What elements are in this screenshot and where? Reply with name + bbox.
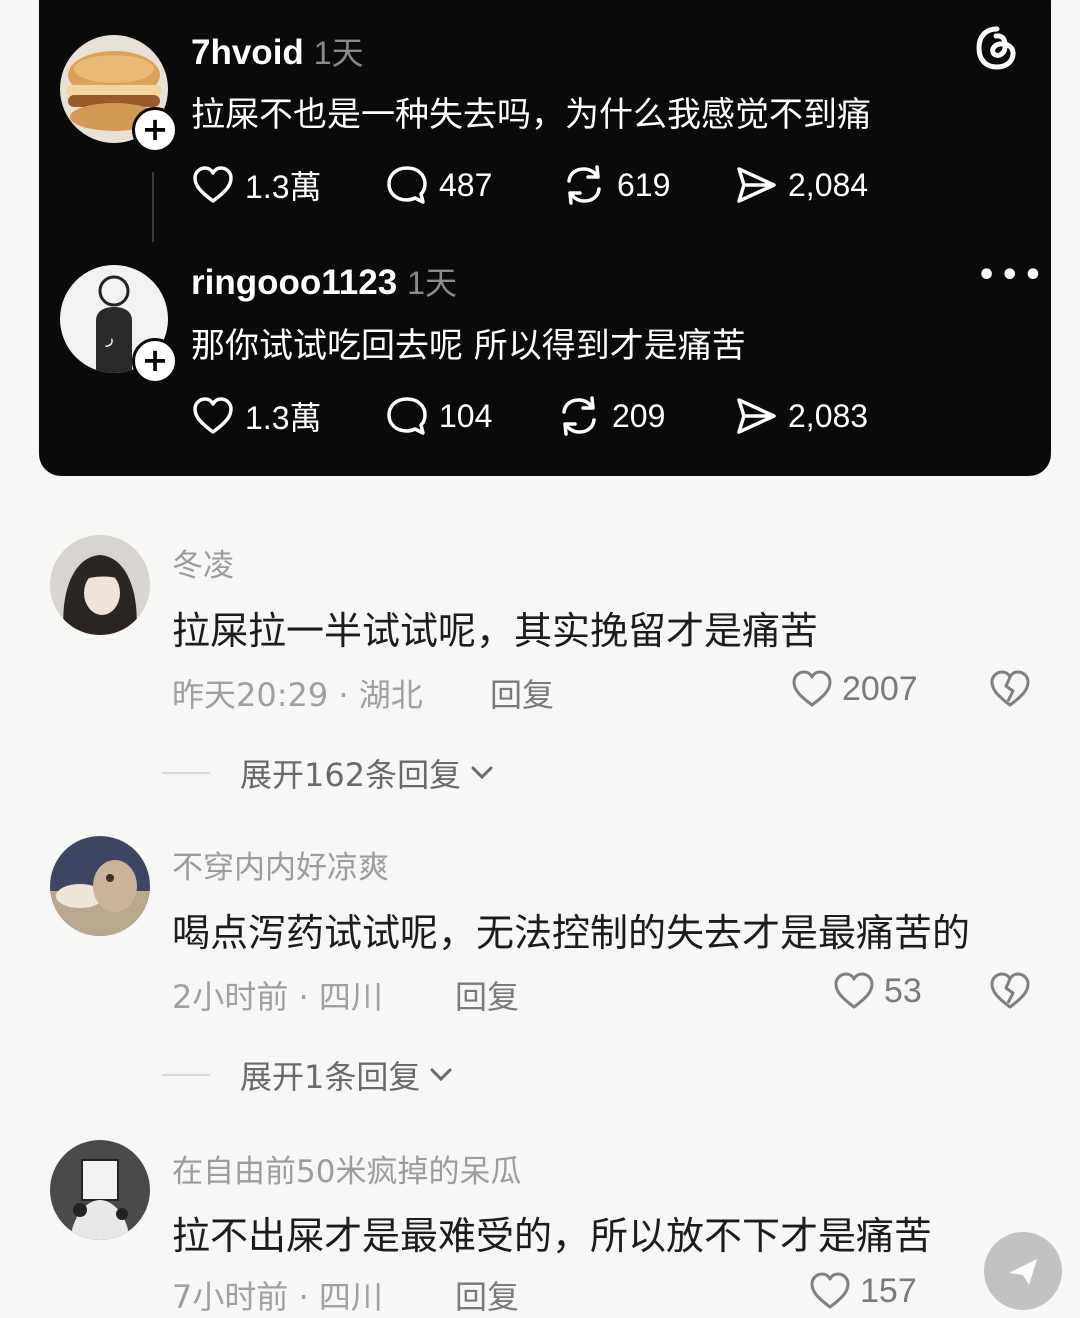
broken-heart-icon[interactable] bbox=[988, 668, 1032, 710]
threads-logo-icon[interactable] bbox=[974, 25, 1020, 71]
repost-button[interactable]: 209 bbox=[556, 391, 665, 441]
post-stats: 1.3萬 104 209 2,083 bbox=[191, 391, 991, 441]
expand-replies-button[interactable]: 展开1条回复 bbox=[162, 1052, 456, 1098]
repost-button[interactable]: 619 bbox=[561, 160, 670, 210]
comment-bubble-icon bbox=[387, 397, 427, 435]
like-button[interactable]: 1.3萬 bbox=[191, 160, 322, 210]
comment-text: 喝点泻药试试呢，无法控制的失去才是最痛苦的 bbox=[172, 911, 971, 955]
thread-connector-line bbox=[152, 172, 154, 242]
commenter-name[interactable]: 在自由前50米疯掉的呆瓜 bbox=[172, 1146, 521, 1191]
heart-icon bbox=[193, 397, 233, 434]
repost-icon bbox=[562, 396, 596, 436]
comment-meta: 2小时前 · 四川 bbox=[172, 978, 383, 1016]
comment-text: 拉屎拉一半试试呢，其实挽留才是痛苦 bbox=[172, 609, 819, 653]
expand-replies-button[interactable]: 展开162条回复 bbox=[162, 750, 497, 796]
send-icon bbox=[737, 167, 776, 203]
svg-text:ر: ر bbox=[105, 328, 114, 348]
commenter-avatar[interactable] bbox=[50, 535, 150, 635]
post-username[interactable]: ringooo1123 1天 bbox=[191, 258, 457, 304]
reply-button[interactable]: 回复 bbox=[455, 972, 519, 1018]
commenter-avatar[interactable] bbox=[50, 1140, 150, 1240]
chevron-down-icon bbox=[430, 1068, 452, 1082]
heart-icon bbox=[810, 1272, 850, 1309]
post-text: 那你试试吃回去呢 所以得到才是痛苦 bbox=[191, 326, 746, 366]
comment-bubble-icon bbox=[387, 166, 427, 204]
comment-button[interactable]: 487 bbox=[385, 160, 492, 210]
comment-text: 拉不出屎才是最难受的，所以放不下才是痛苦 bbox=[172, 1214, 933, 1258]
send-icon bbox=[1009, 1259, 1037, 1285]
reply-button[interactable]: 回复 bbox=[455, 1272, 519, 1318]
repost-icon bbox=[567, 165, 601, 205]
like-button[interactable]: 1.3萬 bbox=[191, 391, 322, 441]
follow-plus-button[interactable]: + bbox=[132, 338, 178, 384]
floating-share-button[interactable] bbox=[984, 1232, 1062, 1310]
comment-meta: 7小时前 · 四川 bbox=[172, 1278, 383, 1316]
send-icon bbox=[737, 398, 776, 434]
follow-plus-button[interactable]: + bbox=[132, 107, 178, 153]
like-button[interactable]: 2007 bbox=[790, 668, 918, 710]
heart-icon bbox=[193, 166, 233, 203]
post-stats: 1.3萬 487 619 2,084 bbox=[191, 160, 991, 210]
divider bbox=[162, 1074, 210, 1076]
commenter-name[interactable]: 不穿内内好凉爽 bbox=[172, 842, 389, 887]
share-button[interactable]: 2,084 bbox=[734, 160, 868, 210]
anime-girl-avatar-icon bbox=[50, 535, 150, 635]
comment-button[interactable]: 104 bbox=[385, 391, 492, 441]
post-username[interactable]: 7hvoid 1天 bbox=[191, 28, 364, 74]
post-text: 拉屎不也是一种失去吗，为什么我感觉不到痛 bbox=[191, 95, 871, 135]
paper-bag-avatar-icon bbox=[50, 1140, 150, 1240]
divider bbox=[162, 772, 210, 774]
commenter-name[interactable]: 冬凌 bbox=[172, 540, 234, 585]
share-button[interactable]: 2,083 bbox=[734, 391, 868, 441]
more-dots-icon[interactable]: ••• bbox=[977, 258, 1047, 293]
heart-icon bbox=[834, 972, 874, 1009]
reply-button[interactable]: 回复 bbox=[490, 670, 554, 716]
heart-icon bbox=[792, 670, 832, 707]
commenter-avatar[interactable] bbox=[50, 836, 150, 936]
threads-card: + 7hvoid 1天 拉屎不也是一种失去吗，为什么我感觉不到痛 1.3萬 487… bbox=[39, 0, 1051, 476]
cat-avatar-icon bbox=[50, 836, 150, 936]
post-time: 1天 bbox=[313, 35, 364, 71]
like-button[interactable]: 157 bbox=[808, 1270, 917, 1312]
post-time: 1天 bbox=[407, 265, 457, 301]
chevron-down-icon bbox=[471, 766, 493, 780]
comment-meta: 昨天20:29 · 湖北 bbox=[172, 676, 423, 714]
broken-heart-icon[interactable] bbox=[988, 970, 1032, 1012]
like-button[interactable]: 53 bbox=[832, 970, 922, 1012]
